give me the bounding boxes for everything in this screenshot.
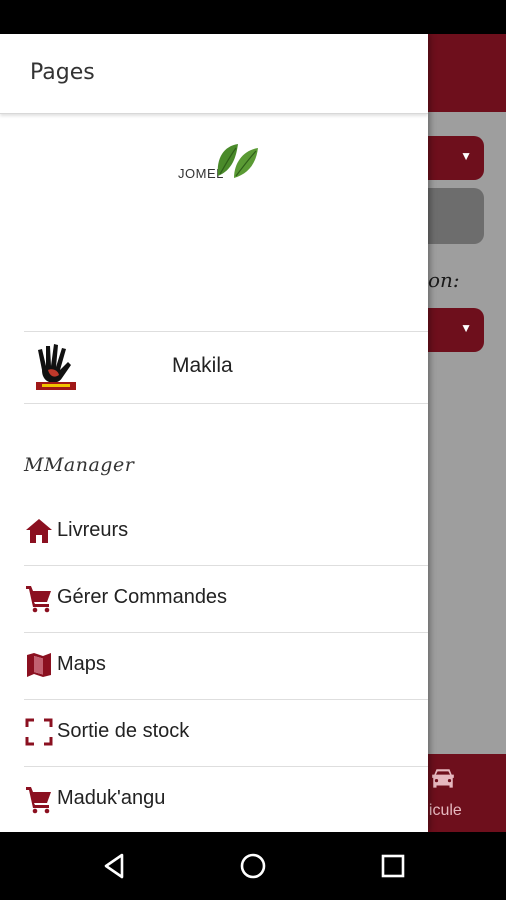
map-icon <box>27 653 51 677</box>
menu-item-gerer-commandes[interactable]: Gérer Commandes <box>24 565 428 632</box>
recents-icon[interactable] <box>377 850 409 882</box>
dropdown-arrow-icon: ▼ <box>460 149 472 163</box>
home-icon <box>26 519 52 543</box>
menu-item-label: Livreurs <box>57 519 129 541</box>
scan-frame-icon <box>25 718 53 746</box>
menu-item-maduk-angu[interactable]: Maduk'angu <box>24 766 428 832</box>
hand-logo-icon <box>36 344 76 390</box>
car-icon <box>432 769 454 788</box>
navigation-drawer: Pages JOMEL Makila MManager Livreurs Gér… <box>0 34 428 832</box>
home-circle-icon[interactable] <box>237 850 269 882</box>
account-name: Makila <box>172 354 233 377</box>
drawer-title: Pages <box>30 60 95 85</box>
status-bar <box>0 0 506 34</box>
system-nav-bar <box>0 832 506 900</box>
menu-item-label: Maduk'angu <box>57 787 166 809</box>
account-row[interactable]: Makila <box>24 332 428 404</box>
menu-item-label: Sortie de stock <box>57 720 190 742</box>
menu-item-maps[interactable]: Maps <box>24 632 428 699</box>
back-icon[interactable] <box>98 850 130 882</box>
background-field-label: on: <box>428 268 460 292</box>
drawer-header: Pages <box>0 34 428 114</box>
section-title: MManager <box>24 454 135 476</box>
brand-logo: JOMEL <box>174 138 264 188</box>
menu-item-livreurs[interactable]: Livreurs <box>24 498 428 565</box>
cart-icon <box>26 787 51 814</box>
menu-item-label: Gérer Commandes <box>57 586 228 608</box>
divider <box>24 403 428 404</box>
dropdown-arrow-icon: ▼ <box>460 321 472 335</box>
cart-icon <box>26 586 51 613</box>
menu-item-sortie-de-stock[interactable]: Sortie de stock <box>24 699 428 766</box>
menu-item-label: Maps <box>57 653 106 675</box>
leaves-icon <box>217 144 258 178</box>
